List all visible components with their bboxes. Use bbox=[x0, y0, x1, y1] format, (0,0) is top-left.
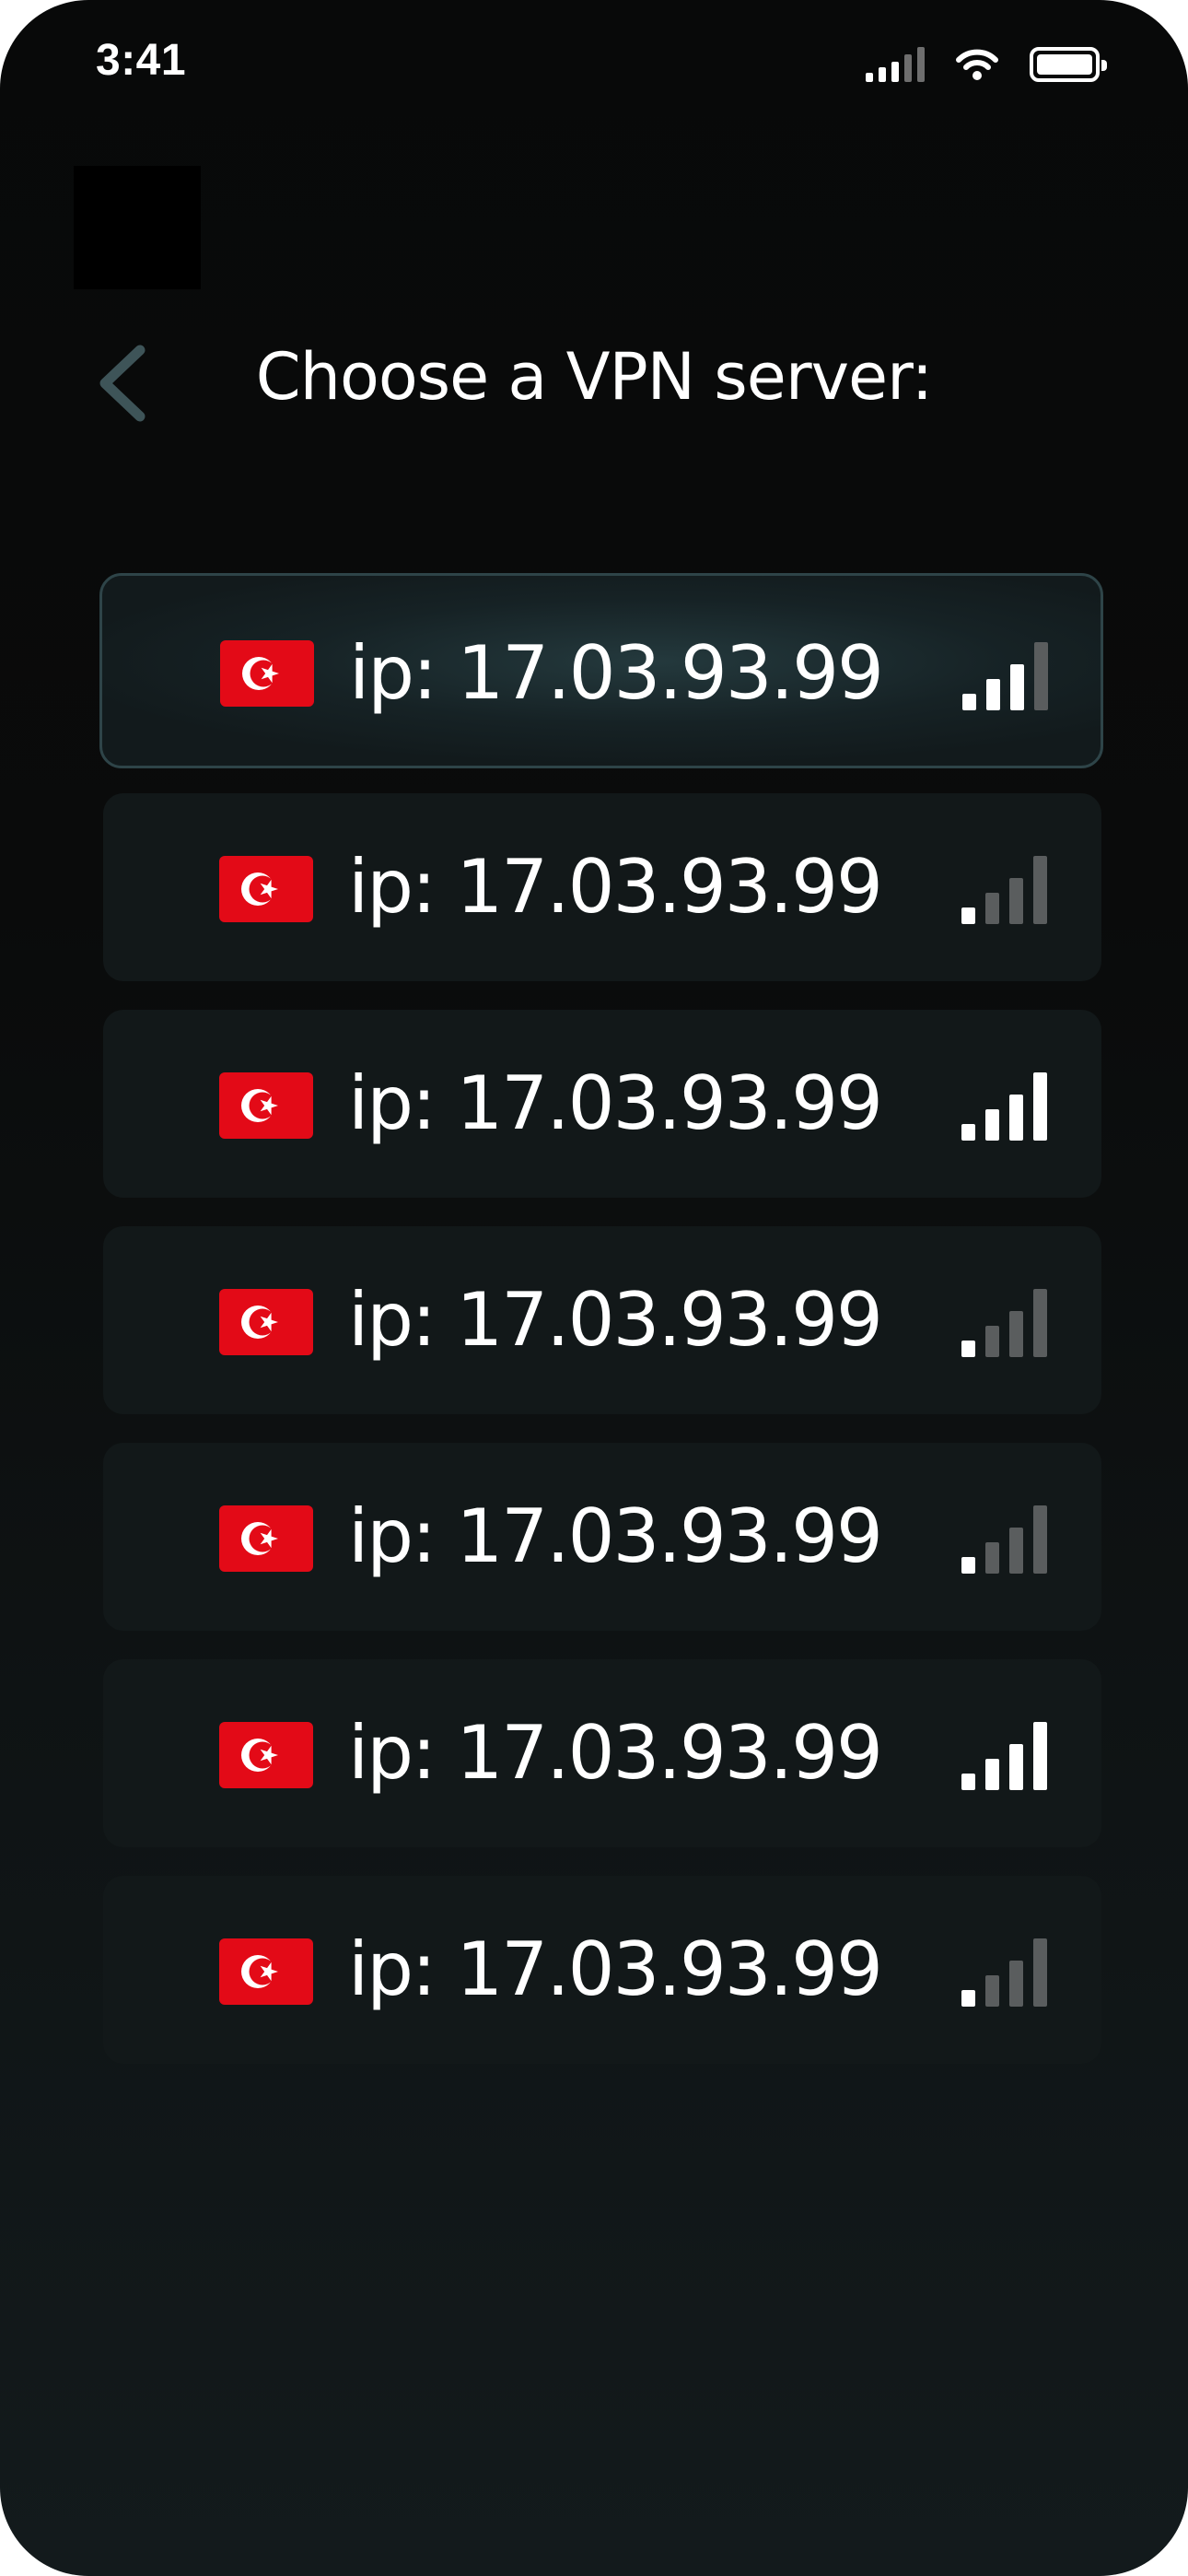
signal-bar bbox=[961, 1341, 975, 1357]
status-icons bbox=[866, 44, 1107, 85]
turkey-flag-icon bbox=[241, 1739, 278, 1772]
signal-strength-icon bbox=[950, 1504, 1061, 1574]
signal-bar bbox=[1009, 1095, 1023, 1141]
server-ip-label: ip: 17.03.93.99 bbox=[348, 844, 883, 930]
signal-bar bbox=[961, 1124, 975, 1141]
signal-bar bbox=[1009, 1744, 1023, 1790]
logo-placeholder bbox=[74, 166, 201, 289]
server-row[interactable]: ip: 17.03.93.99 bbox=[103, 1659, 1101, 1847]
server-row[interactable]: ip: 17.03.93.99 bbox=[103, 1876, 1101, 2064]
turkey-flag-icon bbox=[219, 1938, 313, 2005]
turkey-flag-icon bbox=[219, 1722, 313, 1788]
turkey-flag-icon bbox=[242, 657, 279, 690]
signal-strength-icon bbox=[951, 640, 1062, 710]
turkey-flag-icon bbox=[241, 1522, 278, 1555]
server-row[interactable]: ip: 17.03.93.99 bbox=[103, 1010, 1101, 1198]
server-ip-label: ip: 17.03.93.99 bbox=[348, 1060, 883, 1146]
signal-strength-icon bbox=[950, 1720, 1061, 1790]
signal-strength-icon bbox=[950, 1071, 1061, 1141]
signal-strength-icon bbox=[950, 1287, 1061, 1357]
cellular-signal-icon bbox=[866, 47, 925, 82]
signal-bar bbox=[1009, 1311, 1023, 1357]
server-list: ip: 17.03.93.99 ip: 17.03.93.99 ip: 17.03.… bbox=[99, 573, 1103, 2092]
signal-bar bbox=[985, 1759, 999, 1790]
turkey-flag-icon bbox=[219, 1505, 313, 1572]
signal-bar bbox=[1033, 1505, 1047, 1574]
server-row[interactable]: ip: 17.03.93.99 bbox=[103, 1226, 1101, 1414]
turkey-flag-icon bbox=[241, 1089, 278, 1122]
turkey-flag-icon bbox=[220, 640, 314, 707]
signal-bar bbox=[1033, 1938, 1047, 2007]
signal-bar bbox=[961, 1557, 975, 1574]
app-screen: 3:41 Choose a VPN server: ip: 17.03.93.9… bbox=[0, 0, 1188, 2576]
signal-bar bbox=[985, 1975, 999, 2007]
wifi-icon bbox=[956, 49, 998, 80]
signal-bar bbox=[961, 1774, 975, 1790]
server-ip-label: ip: 17.03.93.99 bbox=[348, 1926, 883, 2012]
signal-bar bbox=[961, 907, 975, 924]
signal-bar bbox=[1034, 642, 1048, 710]
signal-bar bbox=[1009, 1961, 1023, 2007]
signal-bar bbox=[986, 679, 1000, 710]
turkey-flag-icon bbox=[241, 1955, 278, 1988]
turkey-flag-icon bbox=[241, 872, 278, 906]
status-time: 3:41 bbox=[96, 36, 187, 85]
server-ip-label: ip: 17.03.93.99 bbox=[348, 1710, 883, 1796]
server-ip-label: ip: 17.03.93.99 bbox=[348, 1277, 883, 1363]
page-title: Choose a VPN server: bbox=[255, 339, 933, 415]
signal-bar bbox=[985, 893, 999, 924]
server-ip-label: ip: 17.03.93.99 bbox=[348, 1493, 883, 1579]
turkey-flag-icon bbox=[219, 1072, 313, 1139]
battery-icon bbox=[1030, 47, 1107, 82]
signal-bar bbox=[1033, 1722, 1047, 1790]
signal-bar bbox=[1009, 878, 1023, 924]
signal-bar bbox=[962, 694, 976, 710]
signal-bar bbox=[1009, 1528, 1023, 1574]
signal-strength-icon bbox=[950, 1937, 1061, 2007]
signal-bar bbox=[1033, 1072, 1047, 1141]
server-row[interactable]: ip: 17.03.93.99 bbox=[99, 573, 1103, 768]
server-row[interactable]: ip: 17.03.93.99 bbox=[103, 1443, 1101, 1631]
server-row[interactable]: ip: 17.03.93.99 bbox=[103, 793, 1101, 981]
turkey-flag-icon bbox=[241, 1306, 278, 1339]
signal-bar bbox=[985, 1109, 999, 1141]
signal-bar bbox=[1033, 856, 1047, 924]
turkey-flag-icon bbox=[219, 856, 313, 922]
server-ip-label: ip: 17.03.93.99 bbox=[349, 630, 884, 716]
signal-bar bbox=[1010, 664, 1024, 710]
signal-bar bbox=[985, 1326, 999, 1357]
signal-bar bbox=[961, 1990, 975, 2007]
signal-bar bbox=[985, 1542, 999, 1574]
signal-strength-icon bbox=[950, 854, 1061, 924]
turkey-flag-icon bbox=[219, 1289, 313, 1355]
signal-bar bbox=[1033, 1289, 1047, 1357]
